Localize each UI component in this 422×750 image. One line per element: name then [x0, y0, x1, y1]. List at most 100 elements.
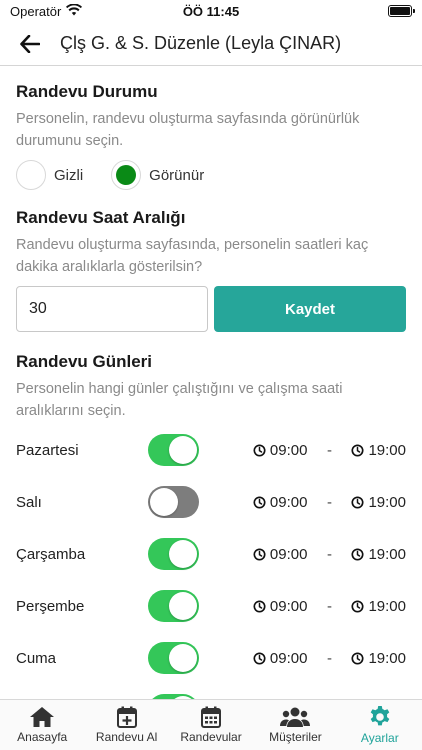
day-row: Cumartesi09:00-19:00 [16, 684, 406, 699]
tab-new-appointment-label: Randevu Al [95, 730, 158, 744]
start-time-value: 09:00 [269, 649, 308, 667]
back-button[interactable] [0, 22, 60, 66]
day-name: Salı [16, 493, 42, 511]
tab-new-appointment[interactable]: Randevu Al [84, 700, 168, 750]
radio-hidden-circle[interactable] [16, 160, 46, 190]
gear-icon [370, 706, 390, 726]
end-time[interactable]: 19:00 [351, 442, 406, 459]
toggle-knob [168, 644, 197, 672]
day-row: Pazartesi 09:00- 19:00 [16, 424, 406, 476]
arrow-left-icon [20, 34, 40, 53]
day-times: 09:00- 19:00 [253, 494, 406, 511]
end-time-value: 19:00 [368, 649, 406, 667]
page-title: Çlş G. & S. Düzenle (Leyla ÇINAR) [60, 33, 342, 53]
users-icon [280, 707, 311, 727]
toggle-knob [168, 540, 197, 568]
end-time-value: 19:00 [368, 441, 406, 459]
clock-icon [253, 599, 266, 613]
clock-icon [351, 599, 364, 613]
tab-customers-label: Müşteriler [269, 730, 322, 744]
day-toggle[interactable] [147, 486, 199, 518]
start-time[interactable]: 09:00 [253, 493, 308, 511]
tab-settings-label: Ayarlar [360, 731, 399, 745]
day-list: Pazartesi 09:00-19:00 Salı 09:00-19:00 Çarşa… [16, 424, 406, 699]
day-times: 09:00- 19:00 [253, 546, 406, 563]
clock-icon [351, 495, 364, 509]
tab-home-label: Anasayfa [17, 730, 68, 744]
end-time[interactable]: 19:00 [351, 494, 406, 511]
time-separator: - [326, 597, 332, 615]
radio-visible-circle[interactable] [111, 160, 142, 190]
toggle-knob [149, 488, 178, 516]
status-time: ÖÖ 11:45 [182, 3, 240, 19]
day-toggle[interactable] [147, 590, 199, 622]
days-title: Randevu Günleri [16, 352, 153, 371]
calendar-icon [201, 706, 222, 728]
day-row: Çarşamba 09:00- 19:00 [16, 528, 406, 580]
clock-icon [253, 443, 266, 457]
time-separator: - [326, 545, 332, 563]
clock-icon [351, 443, 364, 457]
radio-hidden[interactable]: Gizli [16, 160, 83, 190]
tab-settings[interactable]: Ayarlar [338, 700, 422, 750]
start-time[interactable]: 09:00 [253, 597, 308, 615]
day-row: Perşembe 09:00- 19:00 [16, 580, 406, 632]
clock-icon [351, 651, 364, 665]
day-row: Cuma 09:00- 19:00 [16, 632, 406, 684]
interval-description: Randevu oluşturma sayfasında, personelin… [16, 237, 369, 275]
nav-header: Çlş G. & S. Düzenle (Leyla ÇINAR) [0, 22, 422, 66]
day-row: Salı 09:00- 19:00 [16, 476, 406, 528]
visibility-radio-group: Gizli Görünür [16, 160, 406, 190]
day-times: 09:00- 19:00 [253, 650, 406, 667]
interval-input[interactable] [16, 286, 208, 332]
day-times: 09:00- 19:00 [253, 598, 406, 615]
status-bar: Operatör ÖÖ 11:45 [0, 0, 422, 22]
settings-content[interactable]: Randevu Durumu Personelin, randevu oluşt… [0, 67, 422, 699]
home-icon [30, 707, 55, 727]
visibility-description: Personelin, randevu oluşturma sayfasında… [16, 111, 360, 149]
clock-icon [253, 547, 266, 561]
toggle-knob [168, 592, 197, 620]
days-description: Personelin hangi günler çalıştığını ve ç… [16, 381, 343, 419]
interval-title: Randevu Saat Aralığı [16, 208, 186, 227]
tab-customers[interactable]: Müşteriler [253, 700, 337, 750]
day-toggle[interactable] [147, 434, 199, 466]
save-button[interactable]: Kaydet [214, 286, 406, 332]
day-name: Perşembe [16, 597, 85, 615]
toggle-knob [168, 436, 197, 464]
visibility-title: Randevu Durumu [16, 82, 158, 101]
tab-appointments[interactable]: Randevular [169, 700, 253, 750]
end-time[interactable]: 19:00 [351, 598, 406, 615]
tab-appointments-label: Randevular [180, 730, 242, 744]
start-time[interactable]: 09:00 [253, 441, 308, 459]
end-time-value: 19:00 [368, 597, 406, 615]
day-name: Cuma [16, 649, 57, 667]
start-time-value: 09:00 [269, 597, 308, 615]
day-toggle[interactable] [147, 538, 199, 570]
day-times: 09:00- 19:00 [253, 442, 406, 459]
day-toggle[interactable] [147, 642, 199, 674]
end-time[interactable]: 19:00 [351, 546, 406, 563]
start-time-value: 09:00 [269, 441, 308, 459]
radio-hidden-label: Gizli [54, 166, 84, 184]
calendar-plus-icon [116, 706, 137, 728]
tab-home[interactable]: Anasayfa [0, 700, 84, 750]
start-time-value: 09:00 [269, 493, 308, 511]
start-time-value: 09:00 [269, 545, 308, 563]
day-name: Çarşamba [16, 545, 86, 563]
clock-icon [351, 547, 364, 561]
end-time-value: 19:00 [368, 545, 406, 563]
end-time-value: 19:00 [368, 493, 406, 511]
end-time[interactable]: 19:00 [351, 650, 406, 667]
radio-selected-dot [116, 165, 137, 185]
time-separator: - [326, 649, 332, 667]
radio-visible[interactable]: Görünür [111, 160, 204, 190]
tab-bar: Anasayfa Randevu Al Randevular Müşterile… [0, 699, 422, 750]
time-separator: - [326, 493, 332, 511]
clock-icon [253, 495, 266, 509]
battery-icon [388, 5, 415, 17]
clock-icon [253, 651, 266, 665]
start-time[interactable]: 09:00 [253, 545, 308, 563]
day-name: Pazartesi [16, 441, 79, 459]
start-time[interactable]: 09:00 [253, 649, 308, 667]
